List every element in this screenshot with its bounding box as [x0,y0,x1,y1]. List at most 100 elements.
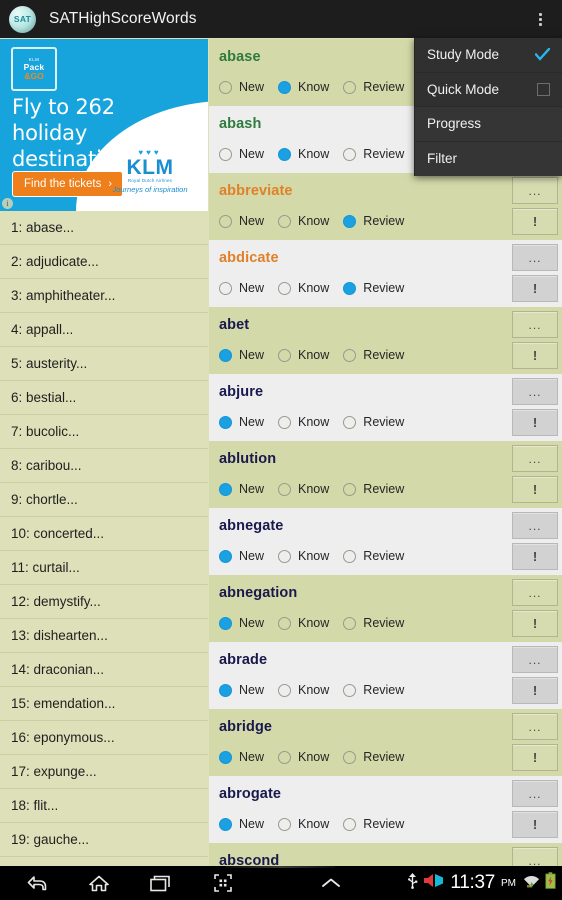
back-icon[interactable] [6,866,68,900]
home-icon[interactable] [68,866,130,900]
radio-button-review[interactable] [343,415,357,429]
menu-item-study-mode[interactable]: Study Mode [415,38,562,73]
radio-button-new[interactable] [219,348,232,362]
flag-button[interactable]: ! [512,543,558,570]
status-radio-group[interactable]: New Know Review [219,683,418,697]
more-options-button[interactable]: ... [512,847,558,866]
status-radio-group[interactable]: New Know Review [219,817,418,831]
radio-button-new[interactable] [219,683,232,697]
radio-review[interactable]: Review [343,415,404,429]
radio-review[interactable]: Review [343,683,404,697]
sidebar-list-item[interactable]: 14: draconian... [0,653,208,687]
status-radio-group[interactable]: New Know Review [219,415,418,429]
ad-info-icon[interactable]: i [2,198,13,209]
status-radio-group[interactable]: New Know Review [219,147,418,161]
sidebar-list-item[interactable]: 10: concerted... [0,517,208,551]
radio-new[interactable]: New [219,214,264,228]
radio-review[interactable]: Review [343,817,404,831]
radio-button-know[interactable] [278,683,292,697]
sidebar-list-item[interactable]: 15: emendation... [0,687,208,721]
radio-review[interactable]: Review [343,80,404,94]
sidebar-list-item[interactable]: 7: bucolic... [0,415,208,449]
radio-button-know[interactable] [278,750,292,764]
radio-button-new[interactable] [219,147,232,161]
status-radio-group[interactable]: New Know Review [219,214,418,228]
more-options-button[interactable]: ... [512,445,558,472]
more-options-button[interactable]: ... [512,512,558,539]
radio-button-know[interactable] [278,482,292,496]
flag-button[interactable]: ! [512,744,558,771]
radio-button-new[interactable] [219,80,232,94]
radio-new[interactable]: New [219,415,264,429]
more-options-button[interactable]: ... [512,244,558,271]
status-radio-group[interactable]: New Know Review [219,348,418,362]
word-row[interactable]: abdicate New Know Review...! [209,240,562,307]
radio-button-new[interactable] [219,415,232,429]
more-options-button[interactable]: ... [512,177,558,204]
radio-review[interactable]: Review [343,147,404,161]
more-options-button[interactable]: ... [512,646,558,673]
radio-new[interactable]: New [219,147,264,161]
radio-button-new[interactable] [219,817,232,831]
radio-know[interactable]: Know [278,750,329,764]
flag-button[interactable]: ! [512,476,558,503]
sidebar-list-item[interactable]: 4: appall... [0,313,208,347]
radio-button-review[interactable] [343,817,357,831]
flag-button[interactable]: ! [512,409,558,436]
radio-button-review[interactable] [343,214,357,228]
sidebar-list-item[interactable]: 1: abase... [0,211,208,245]
radio-button-review[interactable] [343,549,357,563]
radio-button-review[interactable] [343,750,357,764]
flag-button[interactable]: ! [512,342,558,369]
sidebar-list-item[interactable]: 16: eponymous... [0,721,208,755]
more-options-button[interactable]: ... [512,780,558,807]
radio-review[interactable]: Review [343,214,404,228]
sidebar-list-item[interactable]: 18: flit... [0,789,208,823]
menu-item-quick-mode[interactable]: Quick Mode [415,72,562,107]
sidebar-list-item[interactable]: 12: demystify... [0,585,208,619]
sidebar-list-item[interactable]: 19: gauche... [0,823,208,857]
radio-know[interactable]: Know [278,415,329,429]
radio-button-review[interactable] [343,281,357,295]
checkbox-checked-icon[interactable] [535,48,550,62]
radio-button-know[interactable] [278,281,292,295]
radio-button-new[interactable] [219,482,232,496]
radio-button-know[interactable] [278,147,292,161]
radio-button-new[interactable] [219,616,232,630]
menu-item-progress[interactable]: Progress [415,107,562,142]
flag-button[interactable]: ! [512,811,558,838]
radio-know[interactable]: Know [278,80,329,94]
overflow-menu-icon[interactable] [518,0,562,38]
menu-item-filter[interactable]: Filter [415,142,562,177]
radio-know[interactable]: Know [278,683,329,697]
radio-button-know[interactable] [278,817,292,831]
radio-know[interactable]: Know [278,147,329,161]
sidebar-list-item[interactable]: 5: austerity... [0,347,208,381]
radio-button-new[interactable] [219,549,232,563]
sidebar-list-item[interactable]: 9: chortle... [0,483,208,517]
radio-button-know[interactable] [278,616,292,630]
sidebar-list-item[interactable]: 2: adjudicate... [0,245,208,279]
word-row[interactable]: abbreviate New Know Review...! [209,173,562,240]
radio-know[interactable]: Know [278,281,329,295]
radio-know[interactable]: Know [278,817,329,831]
status-radio-group[interactable]: New Know Review [219,482,418,496]
flag-button[interactable]: ! [512,677,558,704]
radio-new[interactable]: New [219,482,264,496]
radio-button-know[interactable] [278,80,292,94]
flag-button[interactable]: ! [512,208,558,235]
word-row[interactable]: ablution New Know Review...! [209,441,562,508]
radio-button-review[interactable] [343,482,357,496]
radio-button-review[interactable] [343,80,357,94]
word-row[interactable]: abnegate New Know Review...! [209,508,562,575]
radio-new[interactable]: New [219,616,264,630]
radio-review[interactable]: Review [343,616,404,630]
radio-know[interactable]: Know [278,549,329,563]
status-radio-group[interactable]: New Know Review [219,750,418,764]
radio-button-new[interactable] [219,214,232,228]
radio-new[interactable]: New [219,750,264,764]
radio-know[interactable]: Know [278,616,329,630]
radio-know[interactable]: Know [278,214,329,228]
ad-banner[interactable]: KLM Pack &GO Fly to 262 holiday destinat… [0,39,208,211]
word-row[interactable]: abet New Know Review...! [209,307,562,374]
